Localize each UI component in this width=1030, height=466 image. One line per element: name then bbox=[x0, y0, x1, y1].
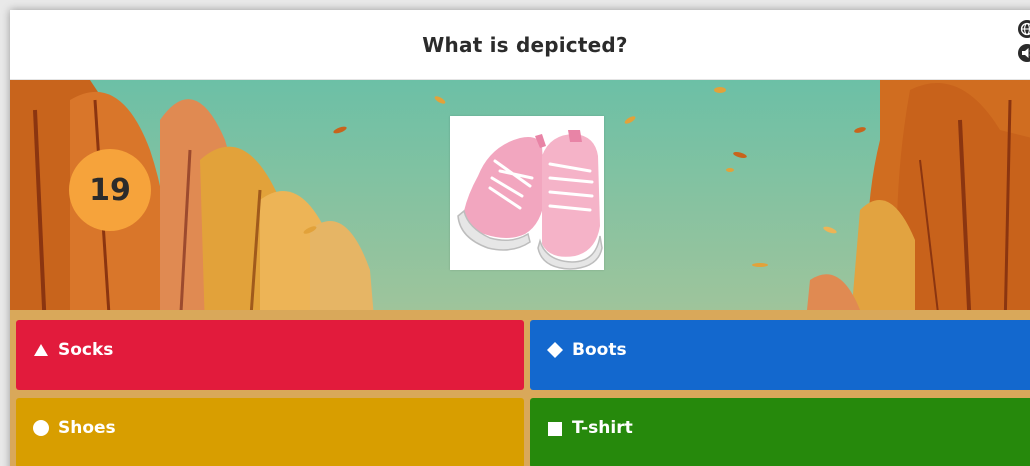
answer-tshirt[interactable]: T-shirt bbox=[530, 398, 1030, 466]
answer-shoes[interactable]: Shoes bbox=[16, 398, 524, 466]
triangle-icon bbox=[32, 341, 50, 359]
question-text: What is depicted? bbox=[422, 32, 628, 57]
countdown-timer: 19 bbox=[69, 149, 151, 231]
answer-boots[interactable]: Boots bbox=[530, 320, 1030, 390]
answer-label: Boots bbox=[572, 340, 627, 360]
answer-label: Socks bbox=[58, 340, 114, 360]
speaker-icon[interactable] bbox=[1018, 44, 1030, 62]
question-header: What is depicted? bbox=[10, 10, 1030, 80]
question-image bbox=[450, 116, 604, 270]
sneakers-icon bbox=[457, 130, 603, 270]
answer-label: T-shirt bbox=[572, 418, 633, 438]
header-controls bbox=[1018, 20, 1030, 62]
timer-value: 19 bbox=[89, 172, 131, 208]
diamond-icon bbox=[546, 341, 564, 359]
answer-grid: Socks Boots Shoes T-shirt bbox=[16, 320, 1030, 466]
answer-socks[interactable]: Socks bbox=[16, 320, 524, 390]
square-icon bbox=[546, 419, 564, 437]
globe-icon[interactable] bbox=[1018, 20, 1030, 38]
circle-icon bbox=[32, 419, 50, 437]
answer-label: Shoes bbox=[58, 418, 116, 438]
quiz-window: What is depicted? 19 Socks Boots Shoes T… bbox=[10, 10, 1030, 466]
